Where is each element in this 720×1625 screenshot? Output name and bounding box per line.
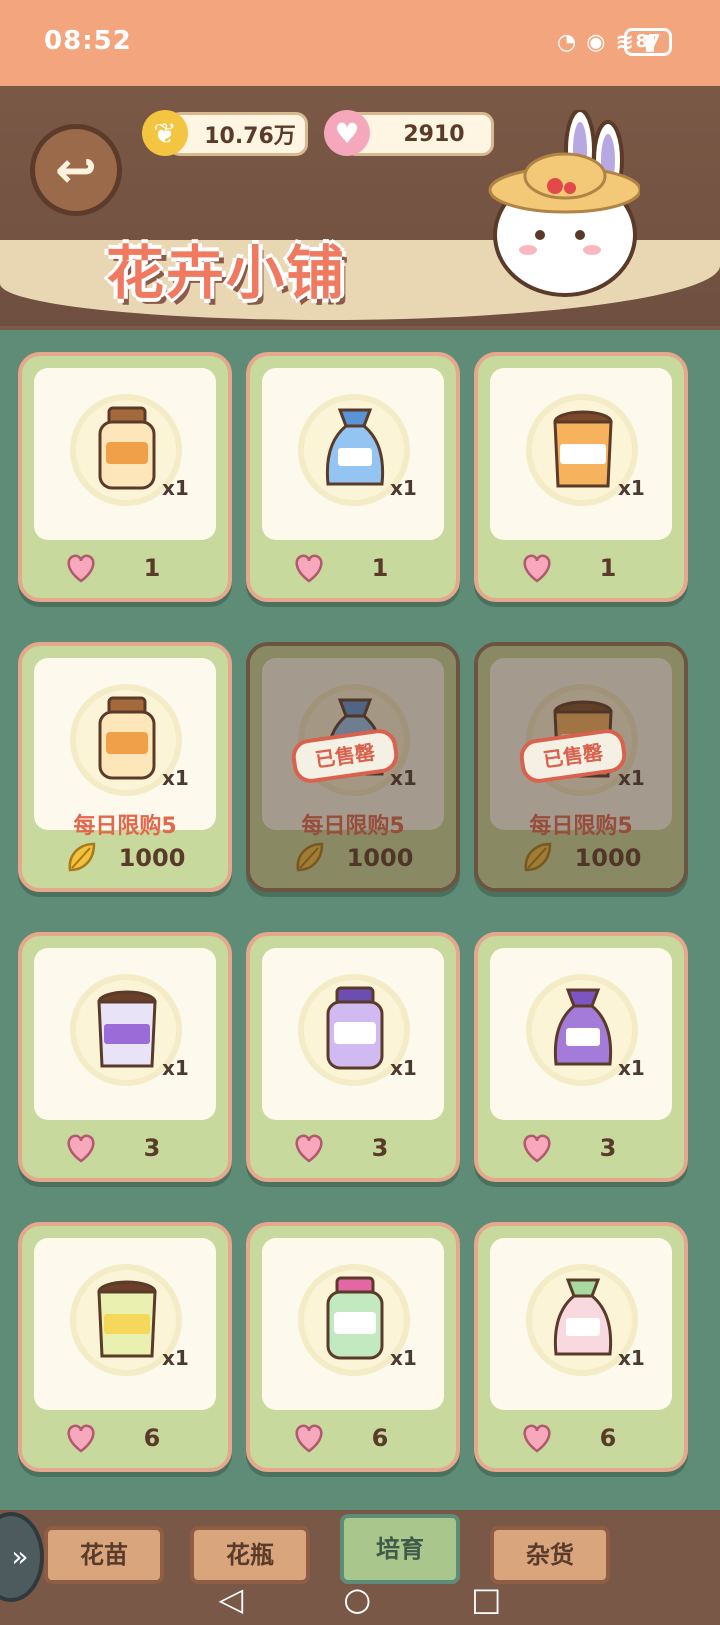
leaf-currency-icon <box>68 842 96 872</box>
shop-item-card[interactable]: x1 1 <box>474 352 688 602</box>
item-price: 3 <box>599 1134 617 1162</box>
heart-currency-icon <box>295 1134 323 1163</box>
item-price: 1000 <box>118 844 186 872</box>
soil-sack-icon <box>97 990 157 1068</box>
tab-groceries[interactable]: 杂货 <box>490 1526 610 1584</box>
item-display-panel: x1 每日限购5 <box>34 658 216 839</box>
item-price: 3 <box>143 1134 161 1162</box>
speed-icon: ◔ <box>557 30 577 55</box>
shop-item-card[interactable]: x1 6 <box>246 1222 460 1472</box>
shop-title: 花卉小铺 <box>106 239 347 307</box>
battery-indicator: 87 <box>624 28 672 56</box>
item-quantity: x1 <box>618 1056 645 1080</box>
heart-currency-icon <box>523 1134 551 1163</box>
heart-currency-icon <box>523 1424 551 1453</box>
shop-item-card[interactable]: x1 每日限购5 1000 <box>18 642 232 892</box>
nav-home-button[interactable]: ○ <box>343 1580 371 1625</box>
price-row: 1 <box>250 548 456 592</box>
item-display-panel: x1 <box>34 368 216 540</box>
item-price: 1 <box>599 554 617 582</box>
item-display-panel: x1 <box>262 368 444 540</box>
fertilizer-jar-icon <box>326 986 384 1070</box>
heart-currency-value: 2910 <box>403 121 465 147</box>
nav-recent-button[interactable]: □ <box>471 1580 501 1625</box>
purchase-limit-label: 每日限购5 <box>73 814 177 839</box>
heart-currency-icon <box>295 1424 323 1453</box>
item-quantity: x1 <box>618 476 645 500</box>
item-price: 3 <box>371 1134 389 1162</box>
item-display-panel: x1 <box>34 1238 216 1410</box>
shop-item-card[interactable]: x1 3 <box>246 932 460 1182</box>
item-quantity: x1 <box>162 1346 189 1370</box>
item-quantity: x1 <box>162 476 189 500</box>
item-quantity: x1 <box>390 476 417 500</box>
price-row: 1 <box>478 548 684 592</box>
shop-item-card[interactable]: x1 1 <box>18 352 232 602</box>
price-row: 1 <box>22 548 228 592</box>
item-price: 1 <box>143 554 161 582</box>
leaf-currency: 10.76万 <box>168 112 308 156</box>
shop-item-card[interactable]: x1 6 <box>474 1222 688 1472</box>
tab-cultivate[interactable]: 培育 <box>340 1514 460 1584</box>
shop-item-card[interactable]: x1 1 <box>246 352 460 602</box>
android-nav-bar: ◁ ○ □ <box>0 1580 720 1625</box>
price-row: 3 <box>22 1128 228 1172</box>
shop-item-card[interactable]: x1 3 <box>18 932 232 1182</box>
item-quantity: x1 <box>162 766 189 790</box>
price-row: 3 <box>478 1128 684 1172</box>
back-button[interactable]: ↩ <box>30 124 122 216</box>
nav-back-button[interactable]: ◁ <box>219 1580 244 1625</box>
leaf-currency-value: 10.76万 <box>204 124 296 149</box>
tab-seedlings[interactable]: 花苗 <box>44 1526 164 1584</box>
shop-item-card[interactable]: x1 3 <box>474 932 688 1182</box>
item-display-panel: x1 <box>262 948 444 1120</box>
item-quantity: x1 <box>390 1056 417 1080</box>
double-chevron-right-icon: » <box>11 1540 29 1573</box>
price-row: 6 <box>250 1418 456 1462</box>
eye-icon: ◉ <box>586 30 606 55</box>
leaf-icon: ❦ <box>142 110 188 156</box>
price-row: 3 <box>250 1128 456 1172</box>
soil-sack-icon <box>553 410 613 488</box>
shop-item-card: x1 每日限购5 1000 已售罄 <box>474 642 688 892</box>
price-row: 6 <box>478 1418 684 1462</box>
item-display-panel: x1 <box>490 1238 672 1410</box>
price-row: 6 <box>22 1418 228 1462</box>
heart-icon: ♥ <box>324 110 370 156</box>
item-quantity: x1 <box>162 1056 189 1080</box>
item-display-panel: x1 <box>262 1238 444 1410</box>
item-display-panel: x1 <box>490 948 672 1120</box>
soil-sack-icon <box>97 1280 157 1358</box>
item-display-panel: x1 <box>490 368 672 540</box>
item-price: 1 <box>371 554 389 582</box>
heart-currency-icon <box>295 554 323 583</box>
status-bar: 08:52 ◔ ◉ ≋ ▮ 87 <box>0 0 720 60</box>
shop-item-card: x1 每日限购5 1000 已售罄 <box>246 642 460 892</box>
bunny-mascot-icon <box>488 110 640 297</box>
heart-currency-icon <box>523 554 551 583</box>
seed-bag-icon <box>553 988 613 1066</box>
shop-item-card[interactable]: x1 6 <box>18 1222 232 1472</box>
price-row: 1000 <box>22 838 228 882</box>
status-time: 08:52 <box>44 26 132 56</box>
fertilizer-jar-icon <box>98 406 156 490</box>
tab-vases[interactable]: 花瓶 <box>190 1526 310 1584</box>
item-quantity: x1 <box>390 1346 417 1370</box>
fertilizer-jar-icon <box>98 696 156 780</box>
item-display-panel: x1 <box>34 948 216 1120</box>
seed-bag-icon <box>325 408 385 486</box>
fertilizer-jar-icon <box>326 1276 384 1360</box>
item-price: 6 <box>599 1424 617 1452</box>
item-price: 6 <box>143 1424 161 1452</box>
back-arrow-icon: ↩ <box>55 141 97 199</box>
heart-currency-icon <box>67 1424 95 1453</box>
heart-currency-icon <box>67 1134 95 1163</box>
item-price: 6 <box>371 1424 389 1452</box>
heart-currency-icon <box>67 554 95 583</box>
item-quantity: x1 <box>618 1346 645 1370</box>
seed-bag-icon <box>553 1278 613 1356</box>
